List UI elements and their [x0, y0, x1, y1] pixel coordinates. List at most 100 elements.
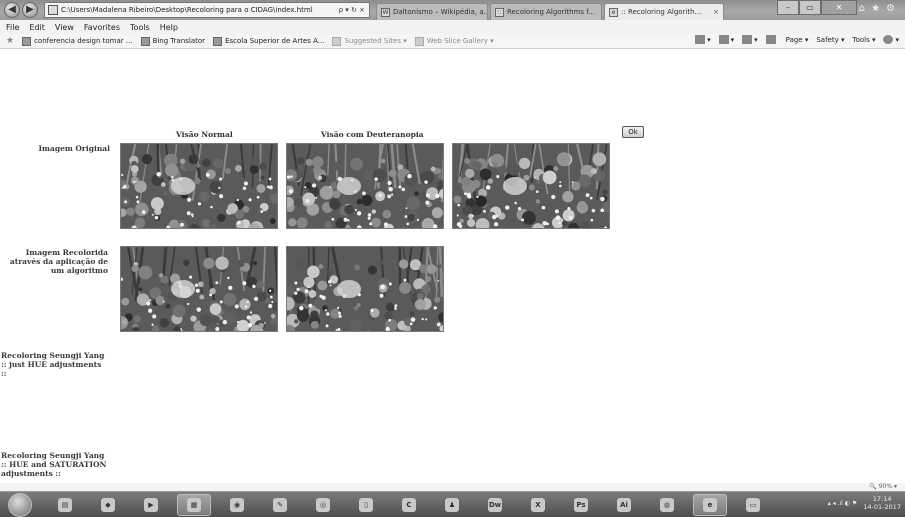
cmd-label: ▾ — [707, 35, 711, 44]
taskbar-ai-button[interactable]: Ai — [607, 494, 641, 516]
mail-icon — [742, 35, 753, 44]
taskbar-folder-button[interactable]: ▤ — [48, 494, 82, 516]
mail-menu-button[interactable]: ▾ — [742, 35, 758, 44]
home-menu-button[interactable]: ▾ — [695, 35, 711, 44]
forward-arrow-icon: ▶ — [26, 4, 34, 15]
favorite-label: Bing Translator — [152, 37, 206, 45]
favorites-star-icon[interactable]: ★ — [871, 3, 886, 14]
menu-bar: File Edit View Favorites Tools Help — [0, 20, 905, 34]
ps-icon: Ps — [574, 498, 588, 512]
command-bar: ▾ ▾ ▾ Page ▾ Safety ▾ Tools ▾ ▾ — [695, 35, 899, 44]
page-menu-button[interactable]: Page ▾ — [786, 36, 809, 44]
address-controls[interactable]: ρ ▾ ↻ × — [335, 6, 369, 14]
menu-tools[interactable]: Tools — [130, 23, 150, 32]
feeds-icon — [718, 35, 729, 44]
zoom-value: 90% — [878, 483, 893, 490]
browser-titlebar: ◀ ▶ C:\Users\Madalena Ribeiro\Desktop\Re… — [0, 0, 905, 20]
c-icon: C — [402, 498, 416, 512]
taskbar-x-button[interactable]: X — [521, 494, 555, 516]
start-button[interactable] — [8, 493, 32, 517]
web-slice-icon — [414, 36, 424, 46]
taskbar-app-button[interactable]: ▭ — [736, 494, 770, 516]
minimize-button[interactable]: – — [777, 0, 799, 15]
favorites-star-icon[interactable]: ★ — [6, 36, 14, 46]
safety-menu-button[interactable]: Safety ▾ — [816, 36, 844, 44]
image-original-deuteranopia — [286, 143, 444, 229]
favorite-conferencia[interactable]: conferencia design tomar ... — [22, 36, 133, 46]
page-content: Visão Normal Visão com Deuteranopia Ok I… — [0, 50, 905, 483]
tab-recoloring-algorithms[interactable]: :: Recoloring Algorithms f... — [490, 3, 602, 20]
translator-icon — [140, 36, 150, 46]
menu-file[interactable]: File — [6, 23, 19, 32]
dropbox-icon: ◆ — [101, 498, 115, 512]
address-bar[interactable]: C:\Users\Madalena Ribeiro\Desktop\Recolo… — [44, 2, 370, 18]
tab-close-icon[interactable]: × — [709, 8, 719, 16]
favorite-escola[interactable]: Escola Superior de Artes A... — [213, 36, 324, 46]
taskbar-media-button[interactable]: ▶ — [134, 494, 168, 516]
taskbar-firefox-button[interactable]: ◎ — [306, 494, 340, 516]
image-original-normal — [120, 143, 278, 229]
window-controls: – ▭ ✕ — [777, 0, 857, 18]
cmd-label: ▾ — [754, 35, 758, 44]
page-favicon-icon — [48, 5, 58, 15]
taskbar-dw-button[interactable]: Dw — [478, 494, 512, 516]
menu-edit[interactable]: Edit — [29, 23, 45, 32]
zoom-level[interactable]: 🔍 90% ▾ — [869, 483, 897, 490]
tools-menu-button[interactable]: Tools ▾ — [853, 36, 876, 44]
tab-label: :: Recoloring Algorith... — [621, 8, 702, 16]
menu-view[interactable]: View — [55, 23, 74, 32]
flower-photo — [453, 144, 609, 228]
ai-icon: Ai — [617, 498, 631, 512]
ok-button[interactable]: Ok — [622, 126, 644, 138]
taskbar-ps-button[interactable]: Ps — [564, 494, 598, 516]
flower-photo — [121, 247, 277, 331]
flower-photo — [287, 247, 443, 331]
taskbar-chrome-button[interactable]: ◉ — [220, 494, 254, 516]
taskbar-dropbox-button[interactable]: ◆ — [91, 494, 125, 516]
print-button[interactable] — [765, 35, 778, 44]
taskbar-explorer-button[interactable]: ▦ — [177, 494, 211, 516]
row-label-recolored: Imagem Recolorida através da aplicação d… — [9, 248, 108, 275]
windows-taskbar: ▤ ◆ ▶ ▦ ◉ ✎ ◎ ▯ C ♟ Dw X Ps Ai ◍ e ▭ ▴ ◂ .ıl ◐ ⚑ 17:14 1… — [0, 491, 905, 517]
menu-help[interactable]: Help — [160, 23, 178, 32]
favorite-bing-translator[interactable]: Bing Translator — [140, 36, 206, 46]
tab-daltonismo[interactable]: W Daltonismo – Wikipédia, a... — [376, 3, 488, 20]
menu-favorites[interactable]: Favorites — [84, 23, 120, 32]
tab-recoloring-active[interactable]: e :: Recoloring Algorith... × — [604, 3, 724, 20]
image-recolored-normal — [120, 246, 278, 332]
home-icon[interactable]: ⌂ — [859, 3, 871, 14]
dw-icon: Dw — [488, 498, 502, 512]
tab-label: Recoloring Algorithms f... — [507, 8, 595, 16]
paint-icon: ✎ — [273, 498, 287, 512]
media-icon: ▶ — [144, 498, 158, 512]
clock[interactable]: 17:14 14-01-2017 — [863, 495, 901, 511]
taskbar-c-button[interactable]: C — [392, 494, 426, 516]
favorite-web-slice-gallery[interactable]: Web Slice Gallery ▾ — [414, 36, 494, 46]
maximize-button[interactable]: ▭ — [799, 0, 821, 15]
taskbar-doc-button[interactable]: ▯ — [349, 494, 383, 516]
cmd-label: ▾ — [730, 35, 735, 44]
settings-gear-icon[interactable]: ⚙ — [886, 3, 901, 14]
address-url[interactable]: C:\Users\Madalena Ribeiro\Desktop\Recolo… — [61, 6, 335, 14]
suggested-sites-icon — [332, 36, 342, 46]
system-tray: ▴ ◂ .ıl ◐ ⚑ 17:14 14-01-2017 — [828, 495, 901, 511]
help-menu-button[interactable]: ▾ — [883, 35, 899, 44]
window-close-button[interactable]: ✕ — [821, 0, 857, 15]
taskbar-user-button[interactable]: ♟ — [435, 494, 469, 516]
flower-photo — [121, 144, 277, 228]
column-header-normal: Visão Normal — [176, 130, 233, 139]
taskbar-globe-button[interactable]: ◍ — [650, 494, 684, 516]
home-icon — [695, 35, 706, 44]
tab-label: Daltonismo – Wikipédia, a... — [393, 8, 488, 16]
back-button[interactable]: ◀ — [4, 2, 20, 18]
taskbar-paint-button[interactable]: ✎ — [263, 494, 297, 516]
forward-button[interactable]: ▶ — [22, 2, 38, 18]
x-icon: X — [531, 498, 545, 512]
column-header-deuteranopia: Visão com Deuteranopia — [321, 130, 424, 139]
feeds-menu-button[interactable]: ▾ — [718, 35, 735, 44]
taskbar-ie-button[interactable]: e — [693, 494, 727, 516]
tray-icons[interactable]: ▴ ◂ .ıl ◐ ⚑ — [828, 500, 858, 507]
page-icon — [22, 36, 32, 46]
favorite-suggested-sites[interactable]: Suggested Sites ▾ — [332, 36, 407, 46]
cmd-label: ▾ — [895, 35, 899, 44]
